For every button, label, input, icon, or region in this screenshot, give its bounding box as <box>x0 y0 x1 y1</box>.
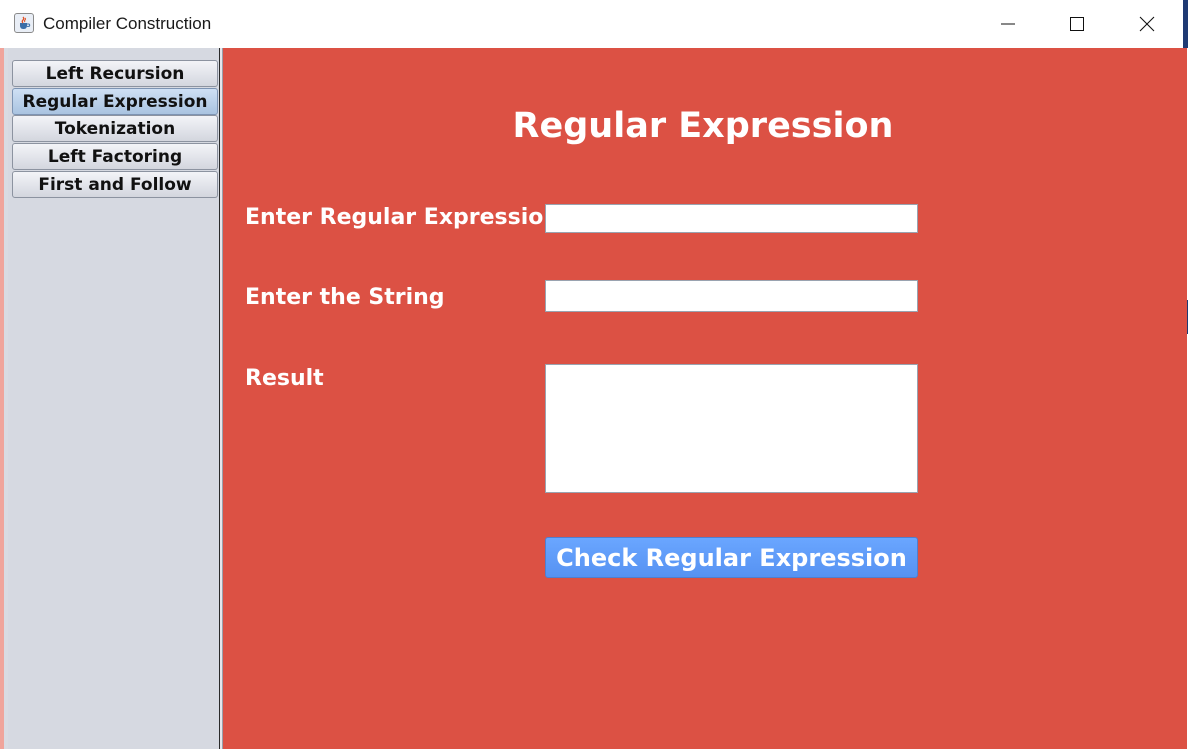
app-window: Compiler Construction Left Recursion Reg… <box>0 0 1187 749</box>
minimize-icon <box>1001 23 1015 25</box>
tab-first-and-follow[interactable]: First and Follow <box>12 171 218 198</box>
tab-sidebar: Left Recursion Regular Expression Tokeni… <box>8 48 221 749</box>
window-client-area: Left Recursion Regular Expression Tokeni… <box>0 48 1187 749</box>
page-title-text: Regular Expression <box>512 106 894 146</box>
string-input[interactable] <box>545 280 918 312</box>
close-button[interactable] <box>1113 0 1181 48</box>
regex-label: Enter Regular Expression <box>245 205 560 230</box>
regex-input[interactable] <box>545 204 918 233</box>
string-label: Enter the String <box>245 285 445 310</box>
maximize-icon <box>1070 17 1084 31</box>
regex-panel: Regular Expression Enter Regular Express… <box>223 48 1187 749</box>
result-output[interactable] <box>545 364 918 493</box>
tab-left-recursion[interactable]: Left Recursion <box>12 60 218 87</box>
desktop-strip <box>1183 0 1188 48</box>
minimize-button[interactable] <box>974 0 1042 48</box>
tab-left-factoring[interactable]: Left Factoring <box>12 143 218 170</box>
title-bar[interactable]: Compiler Construction <box>0 0 1183 48</box>
close-icon <box>1139 16 1155 32</box>
tab-regular-expression[interactable]: Regular Expression <box>12 88 218 115</box>
maximize-button[interactable] <box>1043 0 1111 48</box>
tab-tokenization[interactable]: Tokenization <box>12 115 218 142</box>
window-title: Compiler Construction <box>43 14 212 33</box>
result-label: Result <box>245 366 324 391</box>
check-regex-button[interactable]: Check Regular Expression <box>545 537 918 578</box>
java-cup-icon[interactable] <box>14 13 34 33</box>
page-title: Regular Expression <box>223 106 1183 146</box>
